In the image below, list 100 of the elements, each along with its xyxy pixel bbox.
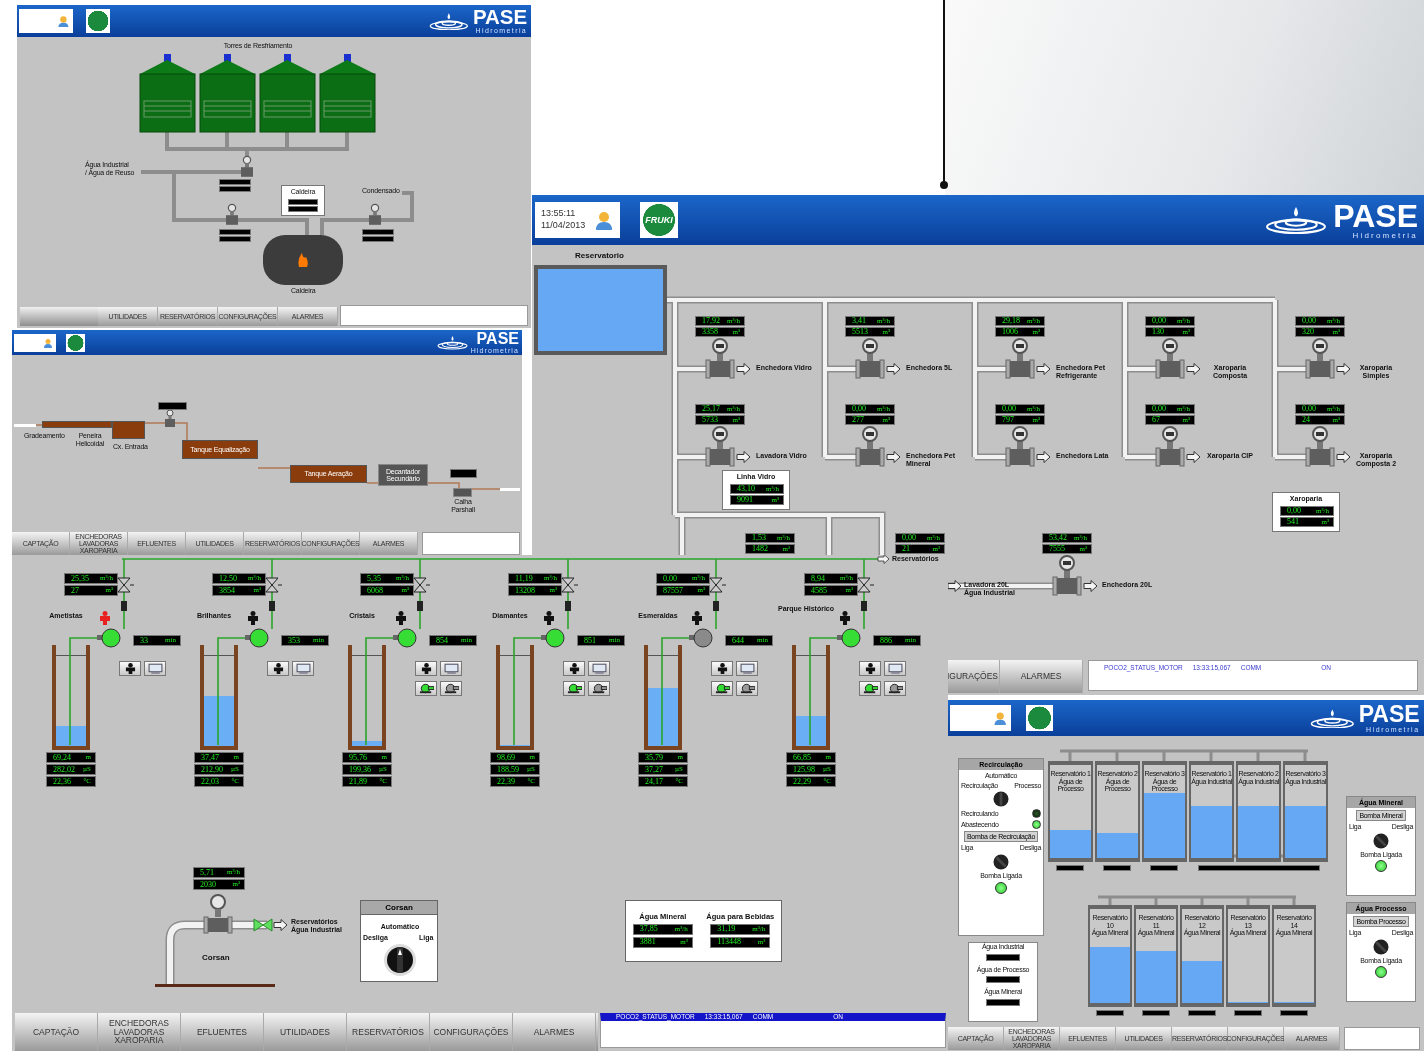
brand-logo	[86, 9, 111, 33]
flume-box	[453, 488, 472, 497]
nav-tab[interactable]: ENCHEDORAS LAVADORAS XAROPARIA	[98, 1013, 181, 1051]
nav-tab[interactable]: IGURAÇÕES	[948, 660, 1000, 693]
flow-display	[158, 402, 187, 410]
panel-title: Corsan	[361, 901, 437, 915]
user-icon	[594, 210, 614, 230]
brand-logo: FRUKI	[640, 202, 678, 238]
flow-meter-icon	[1305, 426, 1335, 467]
flow-meter-icon	[165, 409, 175, 427]
logo-text: PASE	[476, 330, 519, 347]
pump-on-button[interactable]	[859, 681, 881, 696]
flow-display	[1234, 1010, 1262, 1016]
user-icon	[56, 14, 70, 28]
pump-off-button[interactable]	[736, 681, 758, 696]
monitor-button[interactable]	[884, 661, 906, 676]
water-drop-icon	[1309, 707, 1355, 729]
operator-button[interactable]	[563, 661, 585, 676]
arrow-icon	[1036, 451, 1051, 463]
flow-meter-icon	[226, 203, 238, 225]
arrow-icon	[736, 451, 751, 463]
monitor-button[interactable]	[588, 661, 610, 676]
flow-display	[1188, 1010, 1216, 1016]
flow-display	[1103, 865, 1131, 871]
date-time: 13:55:11 11/04/2013	[541, 208, 586, 232]
nav-tab[interactable]: RESERVATÓRIOS	[347, 1013, 430, 1051]
valve-icon	[117, 577, 135, 593]
arrow-icon	[1083, 580, 1098, 592]
arrow-icon	[877, 555, 890, 564]
operator-button[interactable]	[267, 661, 289, 676]
nav-tab[interactable]: EFLUENTES	[181, 1013, 264, 1051]
flow-display	[1150, 865, 1178, 871]
pump-on-button[interactable]	[415, 681, 437, 696]
pump-off-button[interactable]	[588, 681, 610, 696]
nav-tab[interactable]: CONFIGURAÇÕES	[430, 1013, 513, 1051]
cooling-tower-icon	[139, 54, 196, 133]
pump-on-button[interactable]	[563, 681, 585, 696]
flow-meter-icon	[1155, 426, 1185, 467]
monitor-icon	[147, 663, 163, 674]
actuator-icon	[565, 601, 571, 611]
pump-icon	[714, 683, 730, 694]
monitor-icon	[443, 663, 459, 674]
selector-knob[interactable]	[993, 791, 1009, 808]
monitor-button[interactable]	[440, 661, 462, 676]
selector-knob[interactable]	[383, 943, 417, 977]
selector-knob[interactable]	[1373, 832, 1389, 849]
pump-icon	[566, 683, 582, 694]
cooling-tower-icon	[259, 54, 316, 133]
monitor-button[interactable]	[736, 661, 758, 676]
nav-tab[interactable]: ALARMES	[513, 1013, 596, 1051]
flow-meter-icon	[855, 338, 885, 379]
actuator-icon	[417, 601, 423, 611]
cooling-tower-icon	[319, 54, 376, 133]
logo-text: PASE	[1358, 702, 1420, 726]
pump-off-button[interactable]	[440, 681, 462, 696]
monitor-button[interactable]	[144, 661, 166, 676]
flow-meter-icon	[369, 203, 381, 225]
nav-tab[interactable]: CAPTAÇÃO	[15, 1013, 98, 1051]
operator-button[interactable]	[711, 661, 733, 676]
user-icon	[43, 337, 53, 348]
monitor-icon	[295, 663, 311, 674]
pump-icon	[591, 683, 607, 694]
operator-button[interactable]	[415, 661, 437, 676]
flow-meter-icon	[855, 426, 885, 467]
flow-meter-icon	[1005, 338, 1035, 379]
flow-display	[1096, 1010, 1124, 1016]
actuator-icon	[269, 601, 275, 611]
flow-display	[986, 953, 1020, 961]
pump-icon	[443, 683, 459, 694]
logo-text: PASE	[1333, 199, 1418, 232]
logo-text: PASE	[472, 6, 528, 28]
pump-off-button[interactable]	[884, 681, 906, 696]
flow-display	[450, 469, 477, 478]
tank-label: Reservatorio	[575, 251, 624, 261]
pump-icon	[887, 683, 903, 694]
logo-subtitle: Hidrometria	[1352, 231, 1418, 241]
arrow-icon	[947, 580, 962, 592]
operator-button[interactable]	[859, 661, 881, 676]
actuator-icon	[713, 601, 719, 611]
monitor-icon	[887, 663, 903, 674]
monitor-button[interactable]	[292, 661, 314, 676]
valve-icon	[253, 918, 273, 932]
brand-logo	[66, 333, 85, 352]
nav-tab[interactable]: ALARMES	[1000, 660, 1083, 693]
operator-button[interactable]	[119, 661, 141, 676]
arrow-icon	[1186, 451, 1201, 463]
arrow-icon	[736, 363, 751, 375]
selector-knob[interactable]	[993, 854, 1009, 871]
monitor-icon	[739, 663, 755, 674]
selector-knob[interactable]	[1373, 938, 1389, 955]
pump-on-button[interactable]	[711, 681, 733, 696]
flow-display	[1142, 1010, 1170, 1016]
valve-icon	[265, 577, 283, 593]
flow-display	[1280, 1010, 1308, 1016]
arrow-icon	[1186, 363, 1201, 375]
flow-meter-icon	[1005, 426, 1035, 467]
pump-icon	[418, 683, 434, 694]
nav-tab[interactable]: UTILIDADES	[264, 1013, 347, 1051]
cooling-tower-icon	[199, 54, 256, 133]
water-drop-icon	[436, 335, 468, 350]
